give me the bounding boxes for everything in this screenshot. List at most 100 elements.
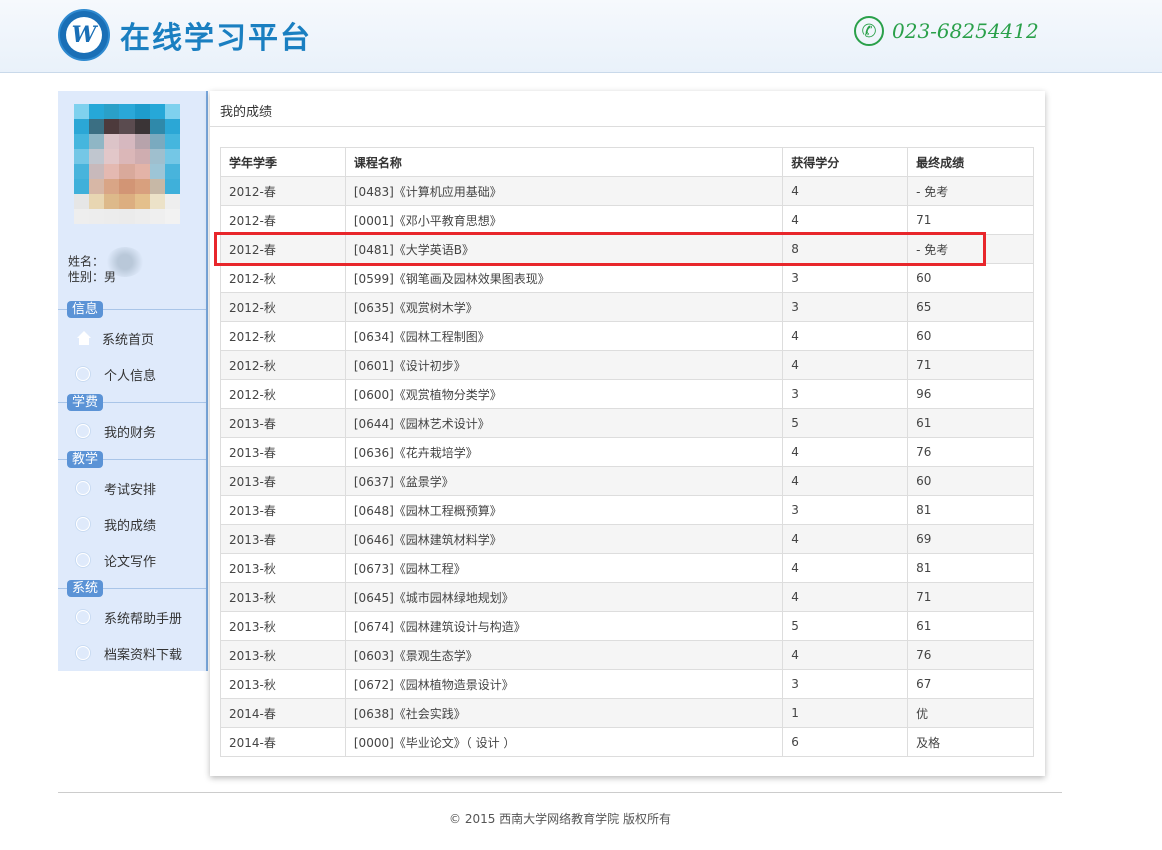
- cell-course: [0603]《景观生态学》: [344, 640, 784, 670]
- avatar-pixel: [134, 119, 150, 134]
- avatar-pixel: [74, 149, 90, 164]
- table-row: 2013-春 [0648]《园林工程概预算》 3 81: [220, 495, 1034, 525]
- cell-credits: 3: [782, 379, 909, 409]
- avatar-pixel: [164, 209, 180, 224]
- table-row: 2014-春 [0638]《社会实践》 1 优: [220, 698, 1034, 728]
- avatar-pixel: [74, 164, 90, 179]
- circle-icon: [76, 517, 90, 531]
- table-header-row: 学年学季 课程名称 获得学分 最终成绩: [220, 147, 1034, 177]
- nav-item-label: 个人信息: [104, 368, 157, 384]
- nav-item-my-grades[interactable]: 我的成绩: [76, 514, 156, 534]
- cell-final-grade: 67: [907, 669, 1034, 699]
- cell-term: 2013-秋: [220, 640, 346, 670]
- nav-item-help-manual[interactable]: 系统帮助手册: [76, 607, 182, 627]
- circle-icon: [76, 610, 90, 624]
- phone-icon: ✆: [854, 16, 884, 46]
- cell-term: 2012-秋: [220, 263, 346, 293]
- page-header: W 在线学习平台 ✆ 023-68254412: [0, 0, 1162, 73]
- section-label-fees: 学费: [67, 394, 104, 411]
- avatar-pixel: [149, 134, 165, 149]
- avatar-pixel: [134, 134, 150, 149]
- logo-mark: W: [66, 17, 102, 53]
- avatar-pixel: [149, 164, 165, 179]
- nav-item-finance[interactable]: 我的财务: [76, 421, 156, 441]
- avatar-pixel: [89, 134, 105, 149]
- avatar-pixel: [149, 149, 165, 164]
- cell-credits: 4: [782, 350, 909, 380]
- cell-course: [0483]《计算机应用基础》: [344, 176, 784, 206]
- table-row: 2013-秋 [0672]《园林植物造景设计》 3 67: [220, 669, 1034, 699]
- cell-course: [0637]《盆景学》: [344, 466, 784, 496]
- section-label-teaching: 教学: [67, 451, 104, 468]
- sidebar: 姓名： 性别：男 信息 系统首页 个人信息 学费 我的财务 教学 考试安排 我的…: [58, 91, 208, 671]
- cell-final-grade: 61: [907, 611, 1034, 641]
- nav-item-exam-schedule[interactable]: 考试安排: [76, 478, 156, 498]
- avatar-pixel: [134, 164, 150, 179]
- cell-term: 2013-春: [220, 524, 346, 554]
- avatar-pixel: [149, 194, 165, 209]
- grades-panel: 我的成绩 学年学季 课程名称 获得学分 最终成绩 2012-春 [0483]《计算…: [210, 91, 1045, 776]
- avatar-pixel: [134, 209, 150, 224]
- cell-course: [0648]《园林工程概预算》: [344, 495, 784, 525]
- cell-credits: 4: [782, 553, 909, 583]
- cell-credits: 4: [782, 640, 909, 670]
- footer-copyright: © 2015 西南大学网络教育学院 版权所有: [449, 812, 671, 826]
- nav-item-archive-download[interactable]: 档案资料下载: [76, 643, 182, 663]
- avatar-pixel: [89, 164, 105, 179]
- cell-credits: 4: [782, 466, 909, 496]
- avatar-pixel: [149, 209, 165, 224]
- cell-credits: 4: [782, 321, 909, 351]
- column-header-course: 课程名称: [344, 147, 784, 177]
- avatar-pixel: [119, 119, 135, 134]
- avatar-pixel: [119, 149, 135, 164]
- table-row: 2013-春 [0644]《园林艺术设计》 5 61: [220, 408, 1034, 438]
- table-row: 2012-秋 [0599]《钢笔画及园林效果图表现》 3 60: [220, 263, 1034, 293]
- avatar-pixel: [104, 149, 120, 164]
- user-info: 姓名： 性别：男: [68, 247, 145, 287]
- column-header-term: 学年学季: [220, 147, 346, 177]
- circle-icon: [76, 553, 90, 567]
- cell-term: 2012-春: [220, 234, 346, 264]
- cell-course: [0636]《花卉栽培学》: [344, 437, 784, 467]
- cell-final-grade: 71: [907, 205, 1034, 235]
- grades-table-body: 2012-春 [0483]《计算机应用基础》 4- 免考 2012-春 [0001]《邓…: [220, 176, 1034, 757]
- cell-course: [0674]《园林建筑设计与构造》: [344, 611, 784, 641]
- contact-phone: ✆ 023-68254412: [854, 14, 1039, 48]
- cell-course: [0645]《城市园林绿地规划》: [344, 582, 784, 612]
- avatar: [74, 104, 180, 224]
- footer-divider: [58, 792, 1062, 793]
- cell-term: 2012-春: [220, 205, 346, 235]
- cell-credits: 3: [782, 669, 909, 699]
- cell-term: 2014-春: [220, 698, 346, 728]
- avatar-pixel: [134, 179, 150, 194]
- cell-course: [0001]《邓小平教育思想》: [344, 205, 784, 235]
- avatar-pixel: [104, 209, 120, 224]
- cell-term: 2013-秋: [220, 669, 346, 699]
- table-row: 2012-秋 [0634]《园林工程制图》 4 60: [220, 321, 1034, 351]
- cell-course: [0644]《园林艺术设计》: [344, 408, 784, 438]
- nav-item-home[interactable]: 系统首页: [76, 328, 154, 348]
- cell-final-grade: 60: [907, 321, 1034, 351]
- cell-credits: 3: [782, 495, 909, 525]
- avatar-pixel: [119, 194, 135, 209]
- home-icon: [76, 331, 92, 345]
- nav-item-thesis[interactable]: 论文写作: [76, 550, 156, 570]
- panel-divider: [210, 126, 1045, 127]
- cell-course: [0672]《园林植物造景设计》: [344, 669, 784, 699]
- avatar-pixel: [119, 104, 135, 119]
- avatar-pixel: [164, 164, 180, 179]
- cell-final-grade: 优: [907, 698, 1034, 728]
- avatar-pixel: [164, 194, 180, 209]
- cell-final-grade: 81: [907, 495, 1034, 525]
- cell-credits: 4: [782, 582, 909, 612]
- cell-term: 2013-秋: [220, 582, 346, 612]
- phone-number: 023-68254412: [892, 19, 1039, 43]
- avatar-pixel: [134, 104, 150, 119]
- nav-item-personal-info[interactable]: 个人信息: [76, 364, 156, 384]
- cell-final-grade: 61: [907, 408, 1034, 438]
- circle-icon: [76, 646, 90, 660]
- avatar-pixel: [74, 119, 90, 134]
- cell-course: [0000]《毕业论文》（ 设计 ）: [344, 727, 784, 757]
- avatar-pixel: [104, 179, 120, 194]
- cell-term: 2012-秋: [220, 379, 346, 409]
